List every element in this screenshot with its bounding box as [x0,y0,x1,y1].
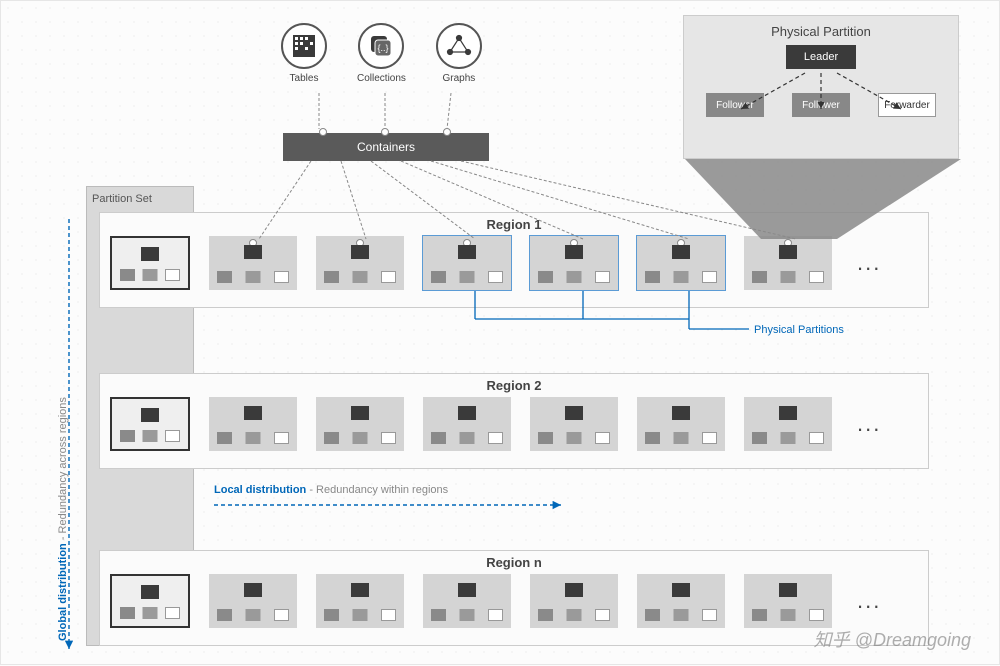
graphs-icon-group: Graphs [436,23,482,84]
watermark: 知乎 @Dreamgoing [814,626,971,652]
local-bold: Local distribution [214,484,306,496]
containers-bar: Containers [283,133,489,161]
partition-set-box [110,236,190,290]
collections-icon: {..} [358,23,404,69]
local-distribution-label: Local distribution - Redundancy within r… [214,484,448,496]
global-bold: Global distribution [57,543,69,641]
physical-partition-box [316,236,404,290]
connector-dot [381,128,389,136]
region-1-title: Region 1 [100,213,928,236]
global-distribution-label: Global distribution - Redundancy across … [57,397,69,641]
connector-dot [319,128,327,136]
collections-label: Collections [357,73,406,84]
physical-partition-box-highlighted [637,236,725,290]
physical-partition-box [530,397,618,451]
global-rest: - Redundancy across regions [57,397,69,543]
tables-label: Tables [290,73,319,84]
ellipsis: ... [851,250,881,276]
ellipsis: ... [851,588,881,614]
physical-partition-box [744,236,832,290]
top-icons-row: Tables {..} Collections Graphs [281,23,482,84]
physical-partition-box [637,397,725,451]
partition-set-box [110,397,190,451]
graphs-label: Graphs [443,73,476,84]
forwarder-node: Forwarder [878,93,936,117]
physical-partition-box [530,574,618,628]
follower-node: Follower [792,93,850,117]
physical-partition-box [423,397,511,451]
connector-dot [443,128,451,136]
physical-partition-box [316,397,404,451]
region-2-title: Region 2 [100,374,928,397]
physical-partition-detail: Physical Partition Leader Follower Follo… [683,15,959,159]
region-n-row: ... [100,574,928,628]
physical-partition-box [744,574,832,628]
physical-partitions-label: Physical Partitions [754,324,844,336]
region-1: Region 1 ... [99,212,929,308]
containers-label: Containers [357,140,415,154]
svg-text:{..}: {..} [378,43,389,53]
physical-partition-box [637,574,725,628]
graphs-icon [436,23,482,69]
follower-row: Follower Follower Forwarder [692,93,950,117]
region-1-row: ... [100,236,928,290]
region-2: Region 2 ... [99,373,929,469]
tables-icon [281,23,327,69]
region-n-title: Region n [100,551,928,574]
physical-partition-box [209,574,297,628]
diagram-canvas: Tables {..} Collections Graphs Container… [0,0,1000,665]
physical-partition-box [423,574,511,628]
region-n: Region n ... [99,550,929,646]
physical-partition-box-highlighted [423,236,511,290]
physical-partition-box [316,574,404,628]
follower-node: Follower [706,93,764,117]
region-2-row: ... [100,397,928,451]
local-rest: - Redundancy within regions [306,484,448,496]
physical-partition-box [209,397,297,451]
physical-partition-box [209,236,297,290]
collections-icon-group: {..} Collections [357,23,406,84]
partition-set-label: Partition Set [92,193,152,205]
physical-partition-box-highlighted [530,236,618,290]
physical-partition-title: Physical Partition [692,24,950,39]
tables-icon-group: Tables [281,23,327,84]
leader-node: Leader [786,45,856,69]
physical-partition-box [744,397,832,451]
partition-set-box [110,574,190,628]
ellipsis: ... [851,411,881,437]
